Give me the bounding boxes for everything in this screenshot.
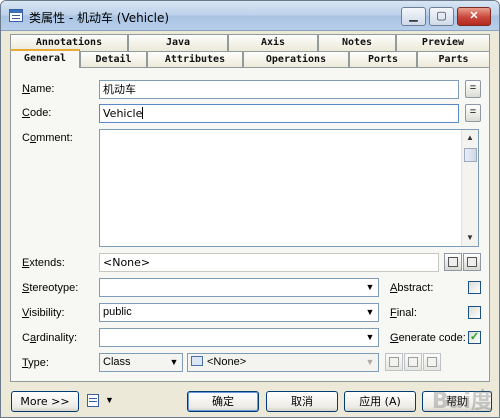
text-caret [142,107,144,119]
select-object-icon [427,357,437,367]
code-equals-button[interactable]: = [465,104,481,122]
class-properties-icon [9,9,23,22]
class-properties-dialog: 类属性 - 机动车 (Vehicle) ▁ ▢ ✕ Annotations Ja… [0,0,500,418]
name-label: Name: [22,83,55,95]
type-reference-select[interactable]: <None> ▼ [187,353,379,372]
comment-label: Comment: [22,132,73,144]
select-type-button[interactable] [423,353,441,371]
maximize-icon: ▢ [436,10,447,22]
visibility-select[interactable]: public ▼ [99,303,379,322]
tab-operations[interactable]: Operations [243,51,349,68]
tab-ports[interactable]: Ports [349,51,417,68]
generate-code-label: Generate code: [390,332,466,344]
minimize-button[interactable]: ▁ [401,7,426,26]
scroll-up-icon[interactable]: ▲ [462,130,478,146]
maximize-button[interactable]: ▢ [429,7,454,26]
tab-notes[interactable]: Notes [318,34,396,51]
tab-preview[interactable]: Preview [396,34,490,51]
type-value: Class [103,356,131,368]
generate-code-checkbox[interactable]: ✓ [468,331,481,344]
watermark: Bai度 [431,389,493,414]
extends-label: Extends: [22,257,65,269]
select-object-icon [448,257,458,267]
create-icon [389,357,399,367]
stereotype-label: Stereotype: [22,282,79,294]
type-reference-value: <None> [207,356,247,368]
code-input[interactable]: Vehicle [99,104,459,123]
create-type-button[interactable] [385,353,403,371]
tab-parts[interactable]: Parts [417,51,490,68]
code-value: Vehicle [103,107,143,120]
scroll-thumb[interactable] [464,148,477,162]
apply-button[interactable]: 应用 (A) [344,391,416,412]
tab-attributes[interactable]: Attributes [147,51,243,68]
chevron-down-icon: ▼ [365,357,375,367]
chevron-down-icon[interactable]: ▼ [362,304,378,321]
type-select[interactable]: Class ▼ [99,353,183,372]
abstract-label: Abstract: [390,282,434,294]
tab-general[interactable]: General [10,49,80,68]
cancel-button[interactable]: 取消 [266,391,338,412]
tab-java[interactable]: Java [128,34,228,51]
window-title: 类属性 - 机动车 (Vehicle) [29,11,170,25]
close-icon: ✕ [469,10,479,22]
comment-textarea[interactable]: ▲ ▼ [99,129,479,247]
visibility-label: Visibility: [22,307,65,319]
name-input[interactable]: 机动车 [99,80,459,99]
chevron-down-icon[interactable]: ▼ [166,354,182,371]
class-icon [191,356,203,366]
type-properties-button[interactable] [404,353,422,371]
minimize-icon: ▁ [409,10,418,22]
scroll-down-icon[interactable]: ▼ [462,230,478,246]
visibility-value: public [103,306,132,318]
comment-scrollbar[interactable]: ▲ ▼ [461,130,478,246]
stereotype-select[interactable]: ▼ [99,278,379,297]
extends-field: <None> [99,253,439,272]
tab-axis[interactable]: Axis [228,34,318,51]
title-bar[interactable]: 类属性 - 机动车 (Vehicle) ▁ ▢ ✕ [1,1,499,31]
properties-icon [408,357,418,367]
cardinality-select[interactable]: ▼ [99,328,379,347]
abstract-checkbox[interactable] [468,281,481,294]
name-equals-button[interactable]: = [465,80,481,98]
toolbar-menu-icon[interactable] [87,393,101,409]
type-label: Type: [22,357,49,369]
final-label: Final: [390,307,417,319]
chevron-down-icon[interactable]: ▼ [105,395,114,405]
properties-icon [467,257,477,267]
code-label: Code: [22,107,52,119]
more-button[interactable]: More >> [11,391,79,412]
chevron-down-icon[interactable]: ▼ [362,329,378,346]
select-parent-button[interactable] [444,253,462,271]
close-button[interactable]: ✕ [457,7,491,26]
tab-row-bottom: General Detail Attributes Operations Por… [10,49,490,68]
final-checkbox[interactable] [468,306,481,319]
ok-button[interactable]: 确定 [187,391,259,412]
tab-detail[interactable]: Detail [80,51,147,68]
parent-properties-button[interactable] [463,253,481,271]
cardinality-label: Cardinality: [22,332,78,344]
chevron-down-icon[interactable]: ▼ [362,279,378,296]
tab-row-top: Annotations Java Axis Notes Preview [10,34,490,51]
